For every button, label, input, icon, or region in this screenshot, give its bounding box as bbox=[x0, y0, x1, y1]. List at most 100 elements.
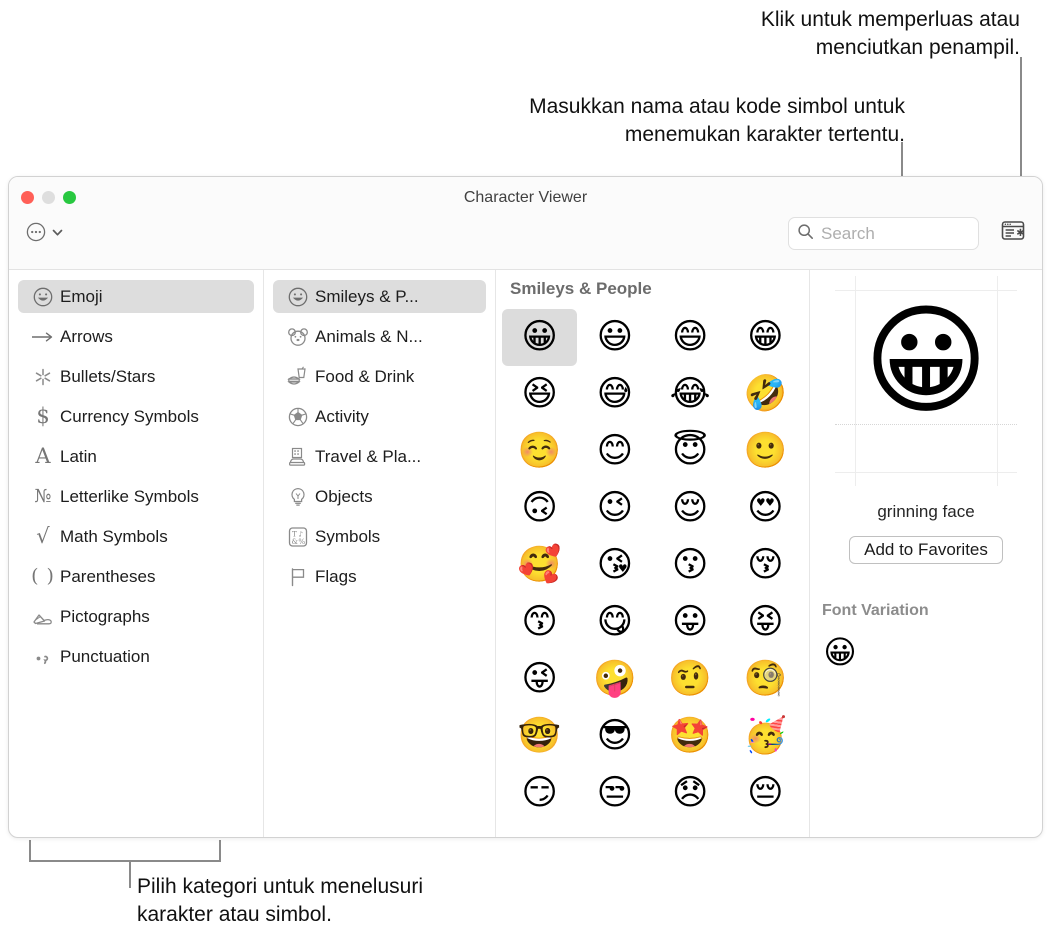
emoji-cell[interactable]: 😎 bbox=[577, 708, 652, 765]
subcategory-item-animals-nature[interactable]: Animals & N... bbox=[273, 320, 486, 353]
emoji-cell[interactable]: 😃 bbox=[577, 309, 652, 366]
category-label: Bullets/Stars bbox=[60, 366, 156, 386]
category-item-punctuation[interactable]: Punctuation bbox=[18, 640, 254, 673]
search-icon bbox=[797, 223, 814, 245]
category-label: Currency Symbols bbox=[60, 406, 199, 426]
category-item-bullets-stars[interactable]: Bullets/Stars bbox=[18, 360, 254, 393]
category-item-latin[interactable]: A Latin bbox=[18, 440, 254, 473]
subcategory-item-activity[interactable]: Activity bbox=[273, 400, 486, 433]
category-item-arrows[interactable]: Arrows bbox=[18, 320, 254, 353]
category-item-math-symbols[interactable]: √ Math Symbols bbox=[18, 520, 254, 553]
emoji-character: 😎 bbox=[596, 716, 634, 756]
collapse-viewer-button[interactable]: ✱ bbox=[998, 219, 1028, 247]
emoji-cell[interactable]: 😀 bbox=[502, 309, 578, 366]
category-item-emoji[interactable]: Emoji bbox=[18, 280, 254, 313]
soccer-ball-icon bbox=[281, 406, 315, 428]
emoji-cell[interactable]: 😆 bbox=[502, 366, 577, 423]
emoji-cell[interactable]: 😄 bbox=[653, 309, 728, 366]
emoji-character: 🙃 bbox=[521, 488, 558, 528]
emoji-cell[interactable]: 😘 bbox=[577, 537, 652, 594]
emoji-cell[interactable]: 😌 bbox=[653, 480, 728, 537]
emoji-character: 🤩 bbox=[668, 716, 712, 756]
subcategory-label: Objects bbox=[315, 486, 373, 506]
svg-text:%: % bbox=[298, 537, 305, 546]
subcategory-label: Symbols bbox=[315, 526, 381, 546]
emoji-cell[interactable]: 😝 bbox=[728, 594, 803, 651]
emoji-character: 😊 bbox=[596, 431, 634, 471]
guide-line-bottom bbox=[835, 472, 1017, 473]
emoji-character: 🧐 bbox=[743, 659, 788, 699]
emoji-cell[interactable]: 🙃 bbox=[502, 480, 577, 537]
emoji-character: 😛 bbox=[671, 602, 709, 642]
window-titlebar: Character Viewer Search ✱ bbox=[9, 177, 1042, 270]
emoji-cell[interactable]: 🤣 bbox=[728, 366, 803, 423]
emoji-cell[interactable]: 🙂 bbox=[728, 423, 803, 480]
callout-search-field: Masukkan nama atau kode simbol untuk men… bbox=[529, 95, 905, 146]
subcategory-item-travel-places[interactable]: Travel & Pla... bbox=[273, 440, 486, 473]
subcategory-list: Smileys & P... Animals & N... Food & Dri… bbox=[264, 270, 496, 837]
emoji-cell[interactable]: 🧐 bbox=[728, 651, 803, 708]
emoji-cell[interactable]: 😒 bbox=[577, 765, 652, 822]
subcategory-label: Animals & N... bbox=[315, 326, 423, 346]
emoji-character: 🥰 bbox=[517, 545, 562, 585]
viewer-panes: Emoji Arrows Bullets/Stars $ Currency Sy… bbox=[9, 270, 1042, 837]
emoji-cell[interactable]: 😏 bbox=[502, 765, 577, 822]
emoji-cell[interactable]: 🤓 bbox=[502, 708, 577, 765]
emoji-cell[interactable]: ☺️ bbox=[502, 423, 577, 480]
emoji-character: 😅 bbox=[596, 374, 634, 414]
category-label: Letterlike Symbols bbox=[60, 486, 199, 506]
subcategory-label: Food & Drink bbox=[315, 366, 415, 386]
category-label: Pictographs bbox=[60, 606, 150, 626]
emoji-cell[interactable]: 🤨 bbox=[653, 651, 728, 708]
subcategory-item-symbols[interactable]: T ♪ & % Symbols bbox=[273, 520, 486, 553]
window-title: Character Viewer bbox=[463, 189, 588, 206]
emoji-cell[interactable]: 😋 bbox=[577, 594, 652, 651]
asterisk-star-icon bbox=[26, 366, 60, 388]
subcategory-item-smileys-people[interactable]: Smileys & P... bbox=[273, 280, 486, 313]
bracket-right-tick bbox=[219, 840, 221, 862]
subcategory-item-objects[interactable]: Objects bbox=[273, 480, 486, 513]
emoji-cell[interactable]: 😍 bbox=[728, 480, 803, 537]
subcategory-item-food-drink[interactable]: Food & Drink bbox=[273, 360, 486, 393]
emoji-character: 😏 bbox=[521, 773, 558, 813]
bracket-horizontal bbox=[29, 860, 221, 862]
emoji-character: ☺️ bbox=[517, 431, 562, 471]
category-label: Latin bbox=[60, 446, 97, 466]
emoji-cell[interactable]: 😂 bbox=[653, 366, 728, 423]
options-menu-button[interactable] bbox=[25, 221, 64, 248]
emoji-cell[interactable]: 😙 bbox=[502, 594, 577, 651]
emoji-character: 😀 bbox=[521, 317, 558, 357]
emoji-character: 😗 bbox=[671, 545, 709, 585]
emoji-cell[interactable]: 🥰 bbox=[502, 537, 577, 594]
category-item-currency-symbols[interactable]: $ Currency Symbols bbox=[18, 400, 254, 433]
emoji-cell[interactable]: 😞 bbox=[653, 765, 728, 822]
symbols-grid-icon: T ♪ & % bbox=[281, 525, 315, 549]
emoji-cell[interactable]: 😅 bbox=[577, 366, 652, 423]
emoji-cell[interactable]: 😁 bbox=[728, 309, 803, 366]
preview-character: 😀 bbox=[863, 292, 989, 431]
emoji-character: 😝 bbox=[747, 602, 784, 642]
emoji-cell[interactable]: 😗 bbox=[653, 537, 728, 594]
emoji-cell[interactable]: 🥳 bbox=[728, 708, 803, 765]
emoji-cell[interactable]: 😛 bbox=[653, 594, 728, 651]
emoji-cell[interactable]: 😚 bbox=[728, 537, 803, 594]
font-variation-heading: Font Variation bbox=[822, 602, 929, 619]
emoji-cell[interactable]: 😇 bbox=[653, 423, 728, 480]
category-item-letterlike-symbols[interactable]: № Letterlike Symbols bbox=[18, 480, 254, 513]
character-viewer-window: Character Viewer Search ✱ Emoji Arrows B… bbox=[8, 176, 1043, 838]
search-input[interactable]: Search bbox=[788, 217, 979, 250]
font-variation-item[interactable]: 😀 bbox=[818, 630, 862, 674]
add-to-favorites-button[interactable]: Add to Favorites bbox=[849, 536, 1003, 564]
category-item-pictographs[interactable]: Pictographs bbox=[18, 600, 254, 633]
font-variation-list: 😀 bbox=[818, 630, 1042, 674]
emoji-character: 😁 bbox=[747, 317, 784, 357]
emoji-cell[interactable]: 🤪 bbox=[577, 651, 652, 708]
emoji-cell[interactable]: 😜 bbox=[502, 651, 577, 708]
emoji-cell[interactable]: 😉 bbox=[577, 480, 652, 537]
emoji-cell[interactable]: 🤩 bbox=[653, 708, 728, 765]
emoji-cell[interactable]: 😊 bbox=[577, 423, 652, 480]
subcategory-item-flags[interactable]: Flags bbox=[273, 560, 486, 593]
emoji-character: 😚 bbox=[747, 545, 784, 585]
category-item-parentheses[interactable]: ( ) Parentheses bbox=[18, 560, 254, 593]
emoji-cell[interactable]: 😔 bbox=[728, 765, 803, 822]
